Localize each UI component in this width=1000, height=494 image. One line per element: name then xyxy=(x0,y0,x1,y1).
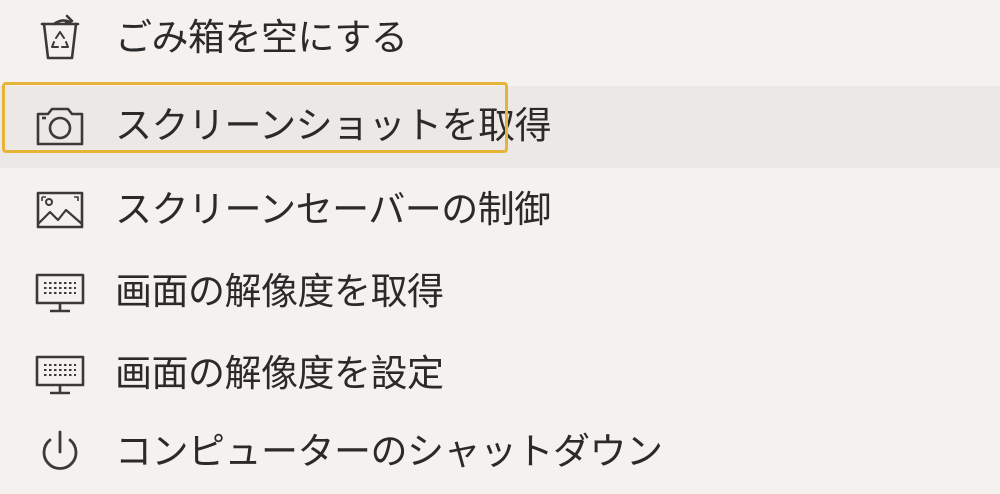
menu-item-screensaver-control[interactable]: スクリーンセーバーの制御 xyxy=(0,170,1000,252)
menu-item-get-resolution[interactable]: 画面の解像度を取得 xyxy=(0,252,1000,334)
action-menu: ごみ箱を空にする スクリーンショットを取得 スクリーンセーバーの制御 画面の解像… xyxy=(0,0,1000,492)
power-icon xyxy=(32,424,88,480)
menu-item-label: 画面の解像度を設定 xyxy=(115,352,444,395)
menu-item-set-resolution[interactable]: 画面の解像度を設定 xyxy=(0,334,1000,416)
monitor-icon xyxy=(32,264,88,320)
menu-item-label: スクリーンショットを取得 xyxy=(115,104,552,147)
menu-item-label: ごみ箱を空にする xyxy=(115,16,408,59)
menu-item-take-screenshot[interactable]: スクリーンショットを取得 xyxy=(0,86,1000,168)
camera-icon xyxy=(32,98,88,154)
monitor-icon xyxy=(32,346,88,402)
menu-item-empty-recycle-bin[interactable]: ごみ箱を空にする xyxy=(0,2,1000,84)
menu-item-label: コンピューターのシャットダウン xyxy=(115,430,663,473)
menu-item-shutdown[interactable]: コンピューターのシャットダウン xyxy=(0,412,1000,494)
menu-item-label: 画面の解像度を取得 xyxy=(115,270,444,313)
menu-item-label: スクリーンセーバーの制御 xyxy=(115,188,551,231)
picture-icon xyxy=(32,182,88,238)
recycle-bin-icon xyxy=(32,10,88,66)
